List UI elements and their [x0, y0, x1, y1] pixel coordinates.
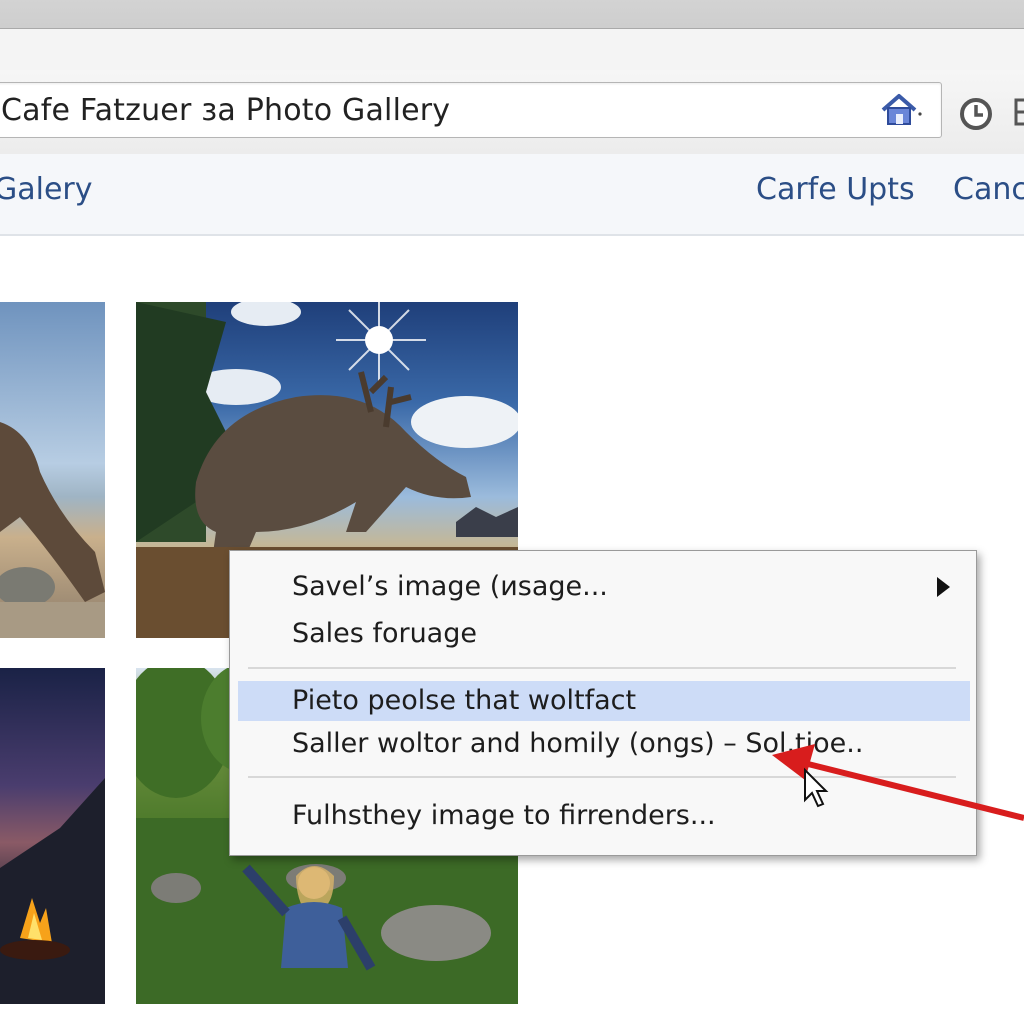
browser-toolbar: Cafe Fatzuer за Photo Gallery: [0, 70, 1024, 155]
menu-separator: [248, 776, 956, 778]
context-menu-item-save-image[interactable]: Savel’s image (иsage...: [238, 567, 970, 607]
menu-icon[interactable]: [1012, 96, 1024, 128]
context-menu-item-label: Pieto peolse that woltfact: [292, 685, 637, 716]
beach-creature-photo[interactable]: [0, 302, 105, 638]
nav-link-2[interactable]: Canc: [953, 172, 1024, 207]
address-bar[interactable]: Cafe Fatzuer за Photo Gallery: [0, 82, 942, 138]
context-menu-item-send-image[interactable]: Fulhsthey image to firrenders...: [238, 796, 970, 836]
submenu-arrow-icon: [937, 577, 950, 597]
tab-strip: [0, 0, 1024, 79]
campfire-mountain-photo[interactable]: [0, 668, 105, 1004]
menu-separator: [248, 667, 956, 669]
nav-link-1[interactable]: Carfe Upts: [756, 172, 915, 207]
context-menu-item-sales[interactable]: Sales foruage: [238, 614, 970, 654]
clock-icon[interactable]: [958, 96, 994, 132]
context-menu-item-saller[interactable]: Saller woltor and homily (ongs) – Sol.ti…: [238, 724, 970, 764]
context-menu-item-label: Savel’s image (иsage...: [292, 571, 608, 602]
site-navbar: Galery Carfe Upts Canc: [0, 154, 1024, 236]
address-bar-text: Cafe Fatzuer за Photo Gallery: [1, 93, 451, 128]
context-menu: Savel’s image (иsage... Sales foruage Pi…: [229, 550, 977, 856]
context-menu-item-label: Sales foruage: [292, 618, 477, 649]
home-icon[interactable]: [879, 92, 923, 128]
context-menu-item-label: Fulhsthey image to firrenders...: [292, 800, 716, 831]
nav-gallery-link[interactable]: Galery: [0, 172, 93, 207]
context-menu-item-label: Saller woltor and homily (ongs) – Sol.ti…: [292, 728, 864, 759]
context-menu-item-highlighted[interactable]: Pieto peolse that woltfact: [238, 681, 970, 721]
